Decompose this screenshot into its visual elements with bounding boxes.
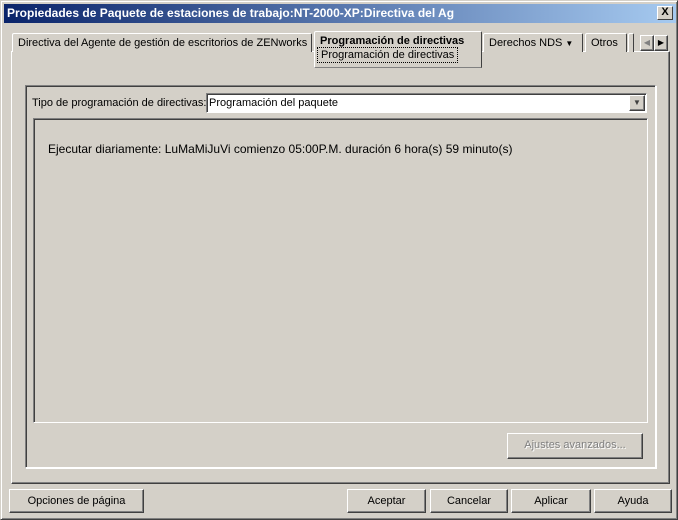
tab-scroll-left-icon[interactable]: ◀ [640,35,654,51]
cancel-button[interactable]: Cancelar [430,489,508,513]
advanced-settings-button[interactable]: Ajustes avanzados... [507,433,643,459]
properties-dialog: Propiedades de Paquete de estaciones de … [0,0,678,520]
chevron-down-icon[interactable]: ▼ [629,95,645,111]
tab-label: Directiva del Agente de gestión de escri… [18,37,308,49]
tab-label: Otros [591,37,618,49]
subtab-policy-schedule[interactable]: Programación de directivas [317,47,459,63]
tab-zenworks-agent[interactable]: Directiva del Agente de gestión de escri… [12,33,312,52]
tab-label: Programación de directivas [320,35,465,47]
page-options-button[interactable]: Opciones de página [9,489,144,513]
close-button[interactable]: X [657,6,673,20]
title-bar: Propiedades de Paquete de estaciones de … [4,4,676,23]
help-button[interactable]: Ayuda [594,489,672,513]
tab-label: Derechos NDS [489,37,563,49]
schedule-type-value: Programación del paquete [209,97,339,109]
tab-nds-rights[interactable]: Derechos NDS ▼ [483,33,583,52]
schedule-type-select[interactable]: Programación del paquete ▼ [206,93,647,113]
ok-button[interactable]: Aceptar [347,489,426,513]
schedule-summary-area: Ejecutar diariamente: LuMaMiJuVi comienz… [33,118,648,423]
tab-scroll-right-icon[interactable]: ▶ [654,35,668,51]
tab-policy-schedule[interactable]: Programación de directivas Programación … [314,31,482,68]
schedule-summary-text: Ejecutar diariamente: LuMaMiJuVi comienz… [48,142,513,156]
tab-partial[interactable] [628,33,634,52]
chevron-down-icon: ▼ [565,39,574,48]
schedule-type-label: Tipo de programación de directivas: [32,97,207,109]
tab-others[interactable]: Otros [585,33,627,52]
apply-button[interactable]: Aplicar [511,489,591,513]
